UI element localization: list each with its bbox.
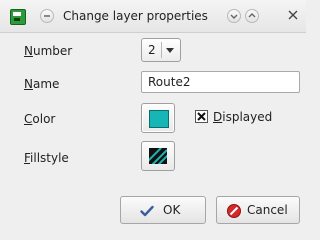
number-value: 2 xyxy=(148,43,156,57)
color-swatch xyxy=(149,110,169,128)
checkmark-icon xyxy=(140,204,154,218)
number-select[interactable]: 2 xyxy=(141,38,181,62)
ok-button[interactable]: OK xyxy=(120,196,206,224)
fillstyle-button[interactable] xyxy=(141,141,175,171)
chevron-up-icon[interactable] xyxy=(245,9,259,23)
name-input[interactable] xyxy=(141,71,300,93)
displayed-checkbox[interactable] xyxy=(195,110,208,123)
ok-label: OK xyxy=(163,203,181,217)
app-icon xyxy=(10,9,26,25)
window-menu-icon[interactable] xyxy=(40,9,54,23)
dialog-window: Change layer properties Number 2 Name Co… xyxy=(0,0,306,240)
cancel-label: Cancel xyxy=(247,203,288,217)
close-icon[interactable] xyxy=(285,7,301,23)
fillstyle-label: Fillstyle xyxy=(24,151,69,165)
dropdown-arrow-icon xyxy=(166,48,174,53)
color-button[interactable] xyxy=(141,103,175,133)
combo-separator xyxy=(161,42,162,58)
number-label: Number xyxy=(24,44,73,58)
name-label: Name xyxy=(24,77,60,91)
cancel-icon xyxy=(227,204,241,218)
cancel-button[interactable]: Cancel xyxy=(216,196,300,224)
fillstyle-pattern-icon xyxy=(149,148,167,164)
color-label: Color xyxy=(24,112,56,126)
title-bar: Change layer properties xyxy=(0,0,306,33)
window-title: Change layer properties xyxy=(63,9,208,23)
chevron-down-icon[interactable] xyxy=(227,9,241,23)
displayed-label[interactable]: Displayed xyxy=(213,110,272,124)
